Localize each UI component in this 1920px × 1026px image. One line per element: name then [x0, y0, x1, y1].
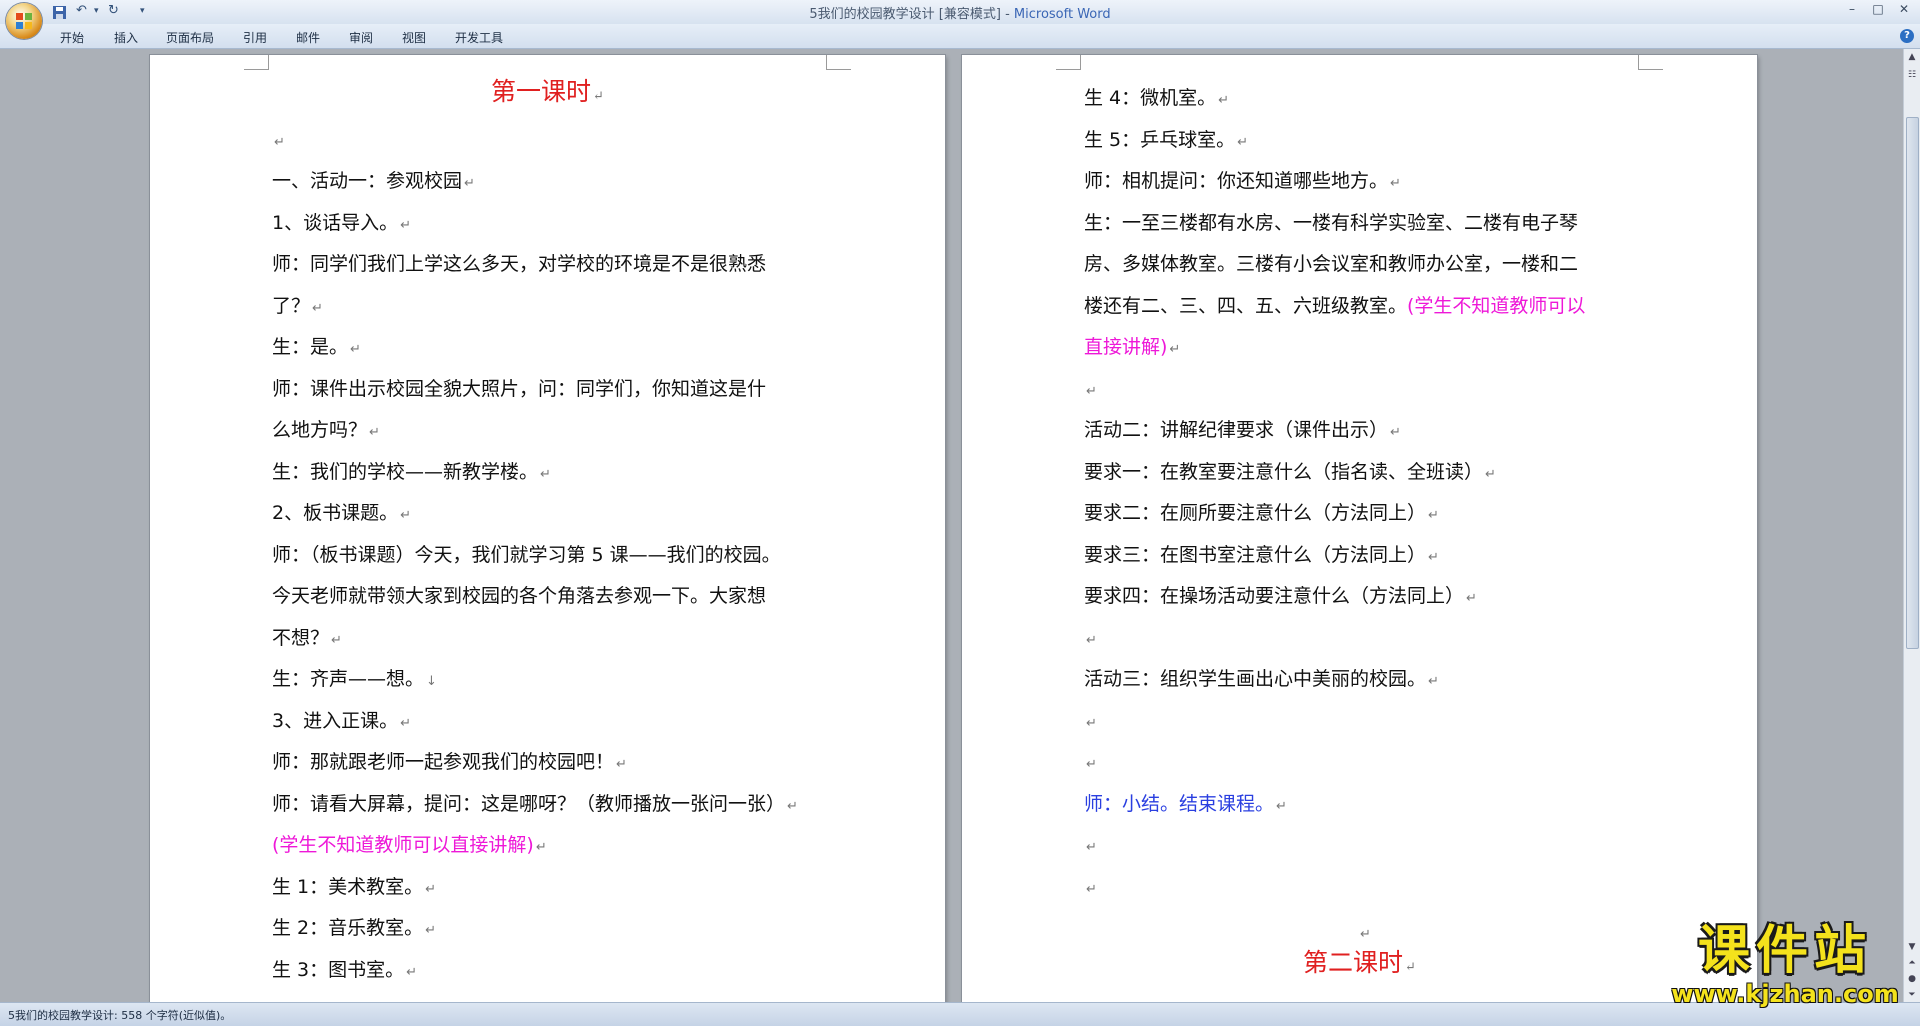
minimize-button[interactable]: – — [1839, 2, 1865, 20]
scroll-down-icon[interactable]: ▼ — [1904, 939, 1920, 955]
app-name: Microsoft Word — [1013, 7, 1111, 22]
scrollbar-thumb[interactable] — [1906, 117, 1919, 649]
empty-paragraph: ↵ — [1086, 716, 1097, 731]
paragraph: 一、活动一：参观校园 ↵ — [272, 170, 475, 192]
tab-review[interactable]: 审阅 — [349, 29, 373, 46]
paragraph: 生 4：微机室。 ↵ — [1084, 87, 1230, 109]
paragraph: 师：请看大屏幕，提问：这是哪呀？（教师播放一张问一张） ↵ — [272, 793, 798, 815]
empty-paragraph: ↵ — [1086, 757, 1097, 772]
teacher-note: (学生不知道教师可以直接讲解) ↵ — [272, 834, 547, 856]
paragraph: 生：一至三楼都有水房、一楼有科学实验室、二楼有电子琴 — [1084, 212, 1579, 234]
paragraph: 师：相机提问：你还知道哪些地方。 ↵ — [1084, 170, 1401, 192]
paragraph: 活动三：组织学生画出心中美丽的校园。 ↵ — [1084, 668, 1439, 690]
ribbon-tabs: 开始 插入 页面布局 引用 邮件 审阅 视图 开发工具 ? — [0, 24, 1920, 49]
margin-marker — [1638, 55, 1663, 70]
empty-paragraph: ↵ — [1360, 927, 1371, 942]
next-page-icon[interactable]: ⏷ — [1904, 987, 1920, 1003]
tab-insert[interactable]: 插入 — [114, 29, 138, 46]
ruler-toggle-icon[interactable]: ☷ — [1904, 67, 1920, 83]
empty-paragraph: ↵ — [1086, 384, 1097, 399]
lesson-heading: 第二课时 ↵ — [1303, 948, 1416, 977]
margin-marker — [1056, 55, 1081, 70]
paragraph: 生：齐声——想。 ↓ — [272, 668, 437, 690]
teacher-note: 直接讲解) ↵ — [1084, 336, 1181, 358]
paragraph: 活动二：讲解纪律要求（课件出示） ↵ — [1084, 419, 1401, 441]
empty-paragraph: ↵ — [1086, 840, 1097, 855]
document-page-right[interactable]: 生 4：微机室。 ↵ 生 5：乒乓球室。 ↵ 师：相机提问：你还知道哪些地方。 ↵ 生… — [962, 55, 1757, 1002]
paragraph: 房、多媒体教室。三楼有小会议室和教师办公室，一楼和二 — [1084, 253, 1579, 275]
lesson-heading: 第一课时 ↵ — [491, 77, 604, 106]
paragraph: 生 2：音乐教室。 ↵ — [272, 917, 437, 939]
paragraph: 楼还有二、三、四、五、六班级教室。(学生不知道教师可以 — [1084, 295, 1586, 317]
title-bar: ↶ ▾ ↻ ▾ 5我们的校园教学设计 [兼容模式] - Microsoft Wo… — [0, 0, 1920, 39]
site-watermark: 课件站 www.kjzhan.com — [1670, 922, 1900, 1008]
previous-page-icon[interactable]: ⏶ — [1904, 955, 1920, 971]
paragraph: 么地方吗？ ↵ — [272, 419, 380, 441]
scroll-up-icon[interactable]: ▲ — [1904, 49, 1920, 65]
paragraph: 师：那就跟老师一起参观我们的校园吧！ ↵ — [272, 751, 627, 773]
tab-references[interactable]: 引用 — [243, 29, 267, 46]
document-workspace: 第一课时 ↵ ↵ 一、活动一：参观校园 ↵ 1、谈话导入。 ↵ 师：同学们我们上学这么… — [0, 49, 1904, 1002]
title-separator: - — [1000, 7, 1014, 22]
paragraph: 生：是。 ↵ — [272, 336, 361, 358]
vertical-scrollbar[interactable]: ▲ ☷ ▼ ⏶ ● ⏷ — [1903, 49, 1920, 1002]
empty-paragraph: ↵ — [1086, 633, 1097, 648]
margin-marker — [826, 55, 851, 70]
paragraph: 要求三：在图书室注意什么（方法同上） ↵ — [1084, 544, 1439, 566]
paragraph: 师：课件出示校园全貌大照片，问：同学们，你知道这是什 — [272, 378, 767, 400]
teacher-note: (学生不知道教师可以 — [1407, 295, 1586, 317]
paragraph: 要求四：在操场活动要注意什么（方法同上） ↵ — [1084, 585, 1477, 607]
lesson-summary: 师：小结。结束课程。 ↵ — [1084, 793, 1287, 815]
paragraph: 1、谈话导入。 ↵ — [272, 212, 411, 234]
maximize-button[interactable]: □ — [1865, 2, 1891, 20]
paragraph: 2、板书课题。 ↵ — [272, 502, 411, 524]
tab-view[interactable]: 视图 — [402, 29, 426, 46]
watermark-url: www.kjzhan.com — [1671, 980, 1899, 1008]
tab-home[interactable]: 开始 — [60, 29, 84, 46]
document-title: 5我们的校园教学设计 [兼容模式] — [809, 7, 1001, 22]
paragraph: 了？ ↵ — [272, 295, 323, 317]
help-icon[interactable]: ? — [1900, 29, 1914, 43]
empty-paragraph: ↵ — [274, 135, 285, 150]
paragraph: 生 1：美术教室。 ↵ — [272, 876, 437, 898]
tab-page-layout[interactable]: 页面布局 — [166, 29, 214, 46]
document-page-left[interactable]: 第一课时 ↵ ↵ 一、活动一：参观校园 ↵ 1、谈话导入。 ↵ 师：同学们我们上学这么… — [150, 55, 945, 1002]
paragraph: 不想？ ↵ — [272, 627, 342, 649]
status-bar: 5我们的校园教学设计: 558 个字符(近似值)。 — [0, 1002, 1920, 1026]
paragraph: 生：我们的学校——新教学楼。 ↵ — [272, 461, 551, 483]
paragraph: 要求一：在教室要注意什么（指名读、全班读） ↵ — [1084, 461, 1496, 483]
browse-object-icon[interactable]: ● — [1904, 971, 1920, 987]
watermark-title: 课件站 — [1697, 921, 1872, 981]
office-logo-icon — [16, 13, 32, 29]
paragraph: 3、进入正课。 ↵ — [272, 710, 411, 732]
margin-marker — [244, 55, 269, 70]
paragraph: 生 5：乒乓球室。 ↵ — [1084, 129, 1249, 151]
empty-paragraph: ↵ — [1086, 882, 1097, 897]
paragraph: 师：（板书课题）今天，我们就学习第 5 课——我们的校园。 — [272, 544, 781, 566]
window-title: 5我们的校园教学设计 [兼容模式] - Microsoft Word — [0, 3, 1920, 22]
paragraph: 要求二：在厕所要注意什么（方法同上） ↵ — [1084, 502, 1439, 524]
paragraph: 师：同学们我们上学这么多天，对学校的环境是不是很熟悉 — [272, 253, 767, 275]
paragraph: 今天老师就带领大家到校园的各个角落去参观一下。大家想 — [272, 585, 767, 607]
word-count-status[interactable]: 5我们的校园教学设计: 558 个字符(近似值)。 — [8, 1007, 231, 1023]
tab-mailings[interactable]: 邮件 — [296, 29, 320, 46]
paragraph: 生 3：图书室。 ↵ — [272, 959, 418, 981]
close-button[interactable]: ✕ — [1891, 2, 1917, 20]
tab-developer[interactable]: 开发工具 — [455, 29, 503, 46]
office-button[interactable] — [6, 3, 42, 39]
